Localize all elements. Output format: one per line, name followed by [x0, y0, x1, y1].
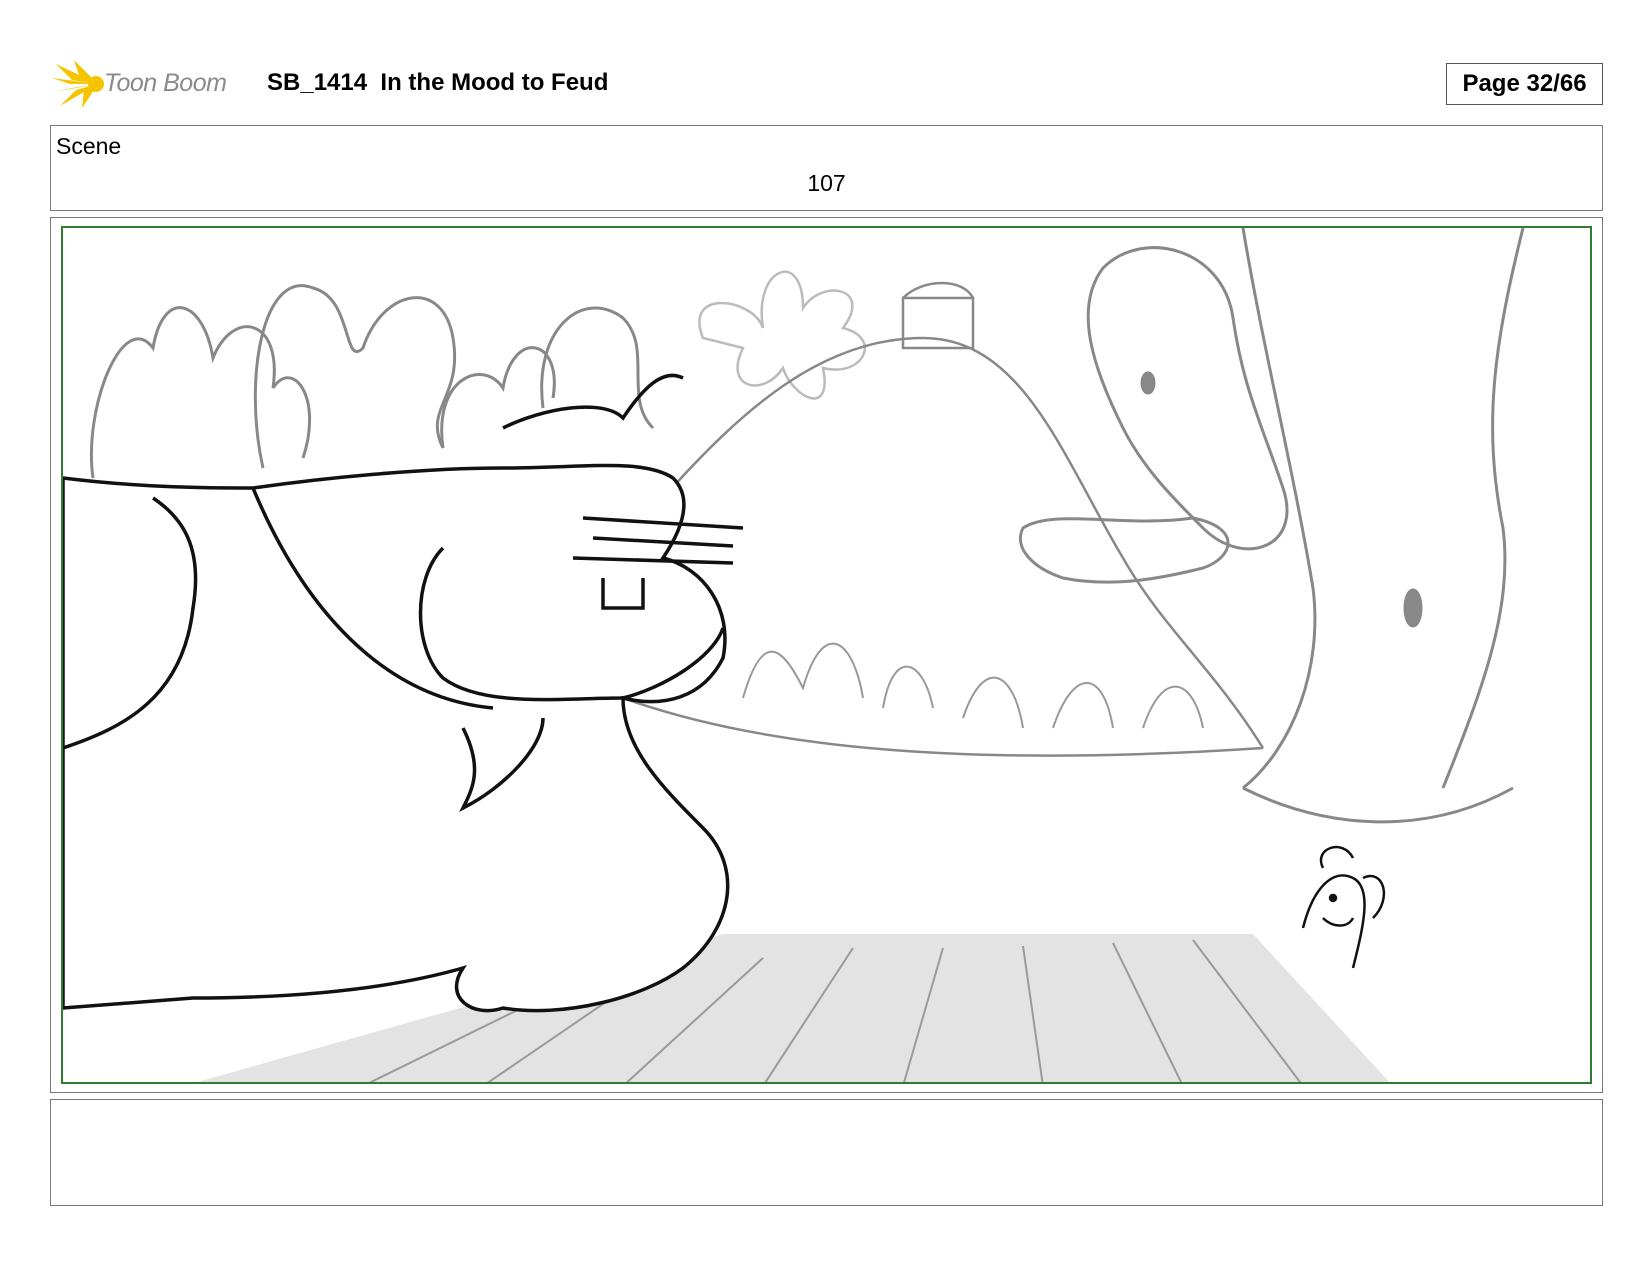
scene-box: Scene 107 — [50, 125, 1603, 211]
toon-boom-logo: Toon Boom — [52, 58, 252, 110]
document-title: SB_1414 In the Mood to Feud — [267, 69, 609, 96]
logo-text: Toon Boom — [104, 69, 227, 97]
page-header: Toon Boom SB_1414 In the Mood to Feud — [52, 58, 1602, 110]
starburst-icon — [52, 60, 104, 108]
notes-box — [50, 1099, 1603, 1206]
scene-label: Scene — [56, 133, 122, 159]
storyboard-panel — [61, 226, 1592, 1084]
storyboard-sketch — [63, 228, 1525, 1082]
page-indicator: Page 32/66 — [1446, 63, 1603, 105]
scene-number: 107 — [807, 170, 846, 196]
